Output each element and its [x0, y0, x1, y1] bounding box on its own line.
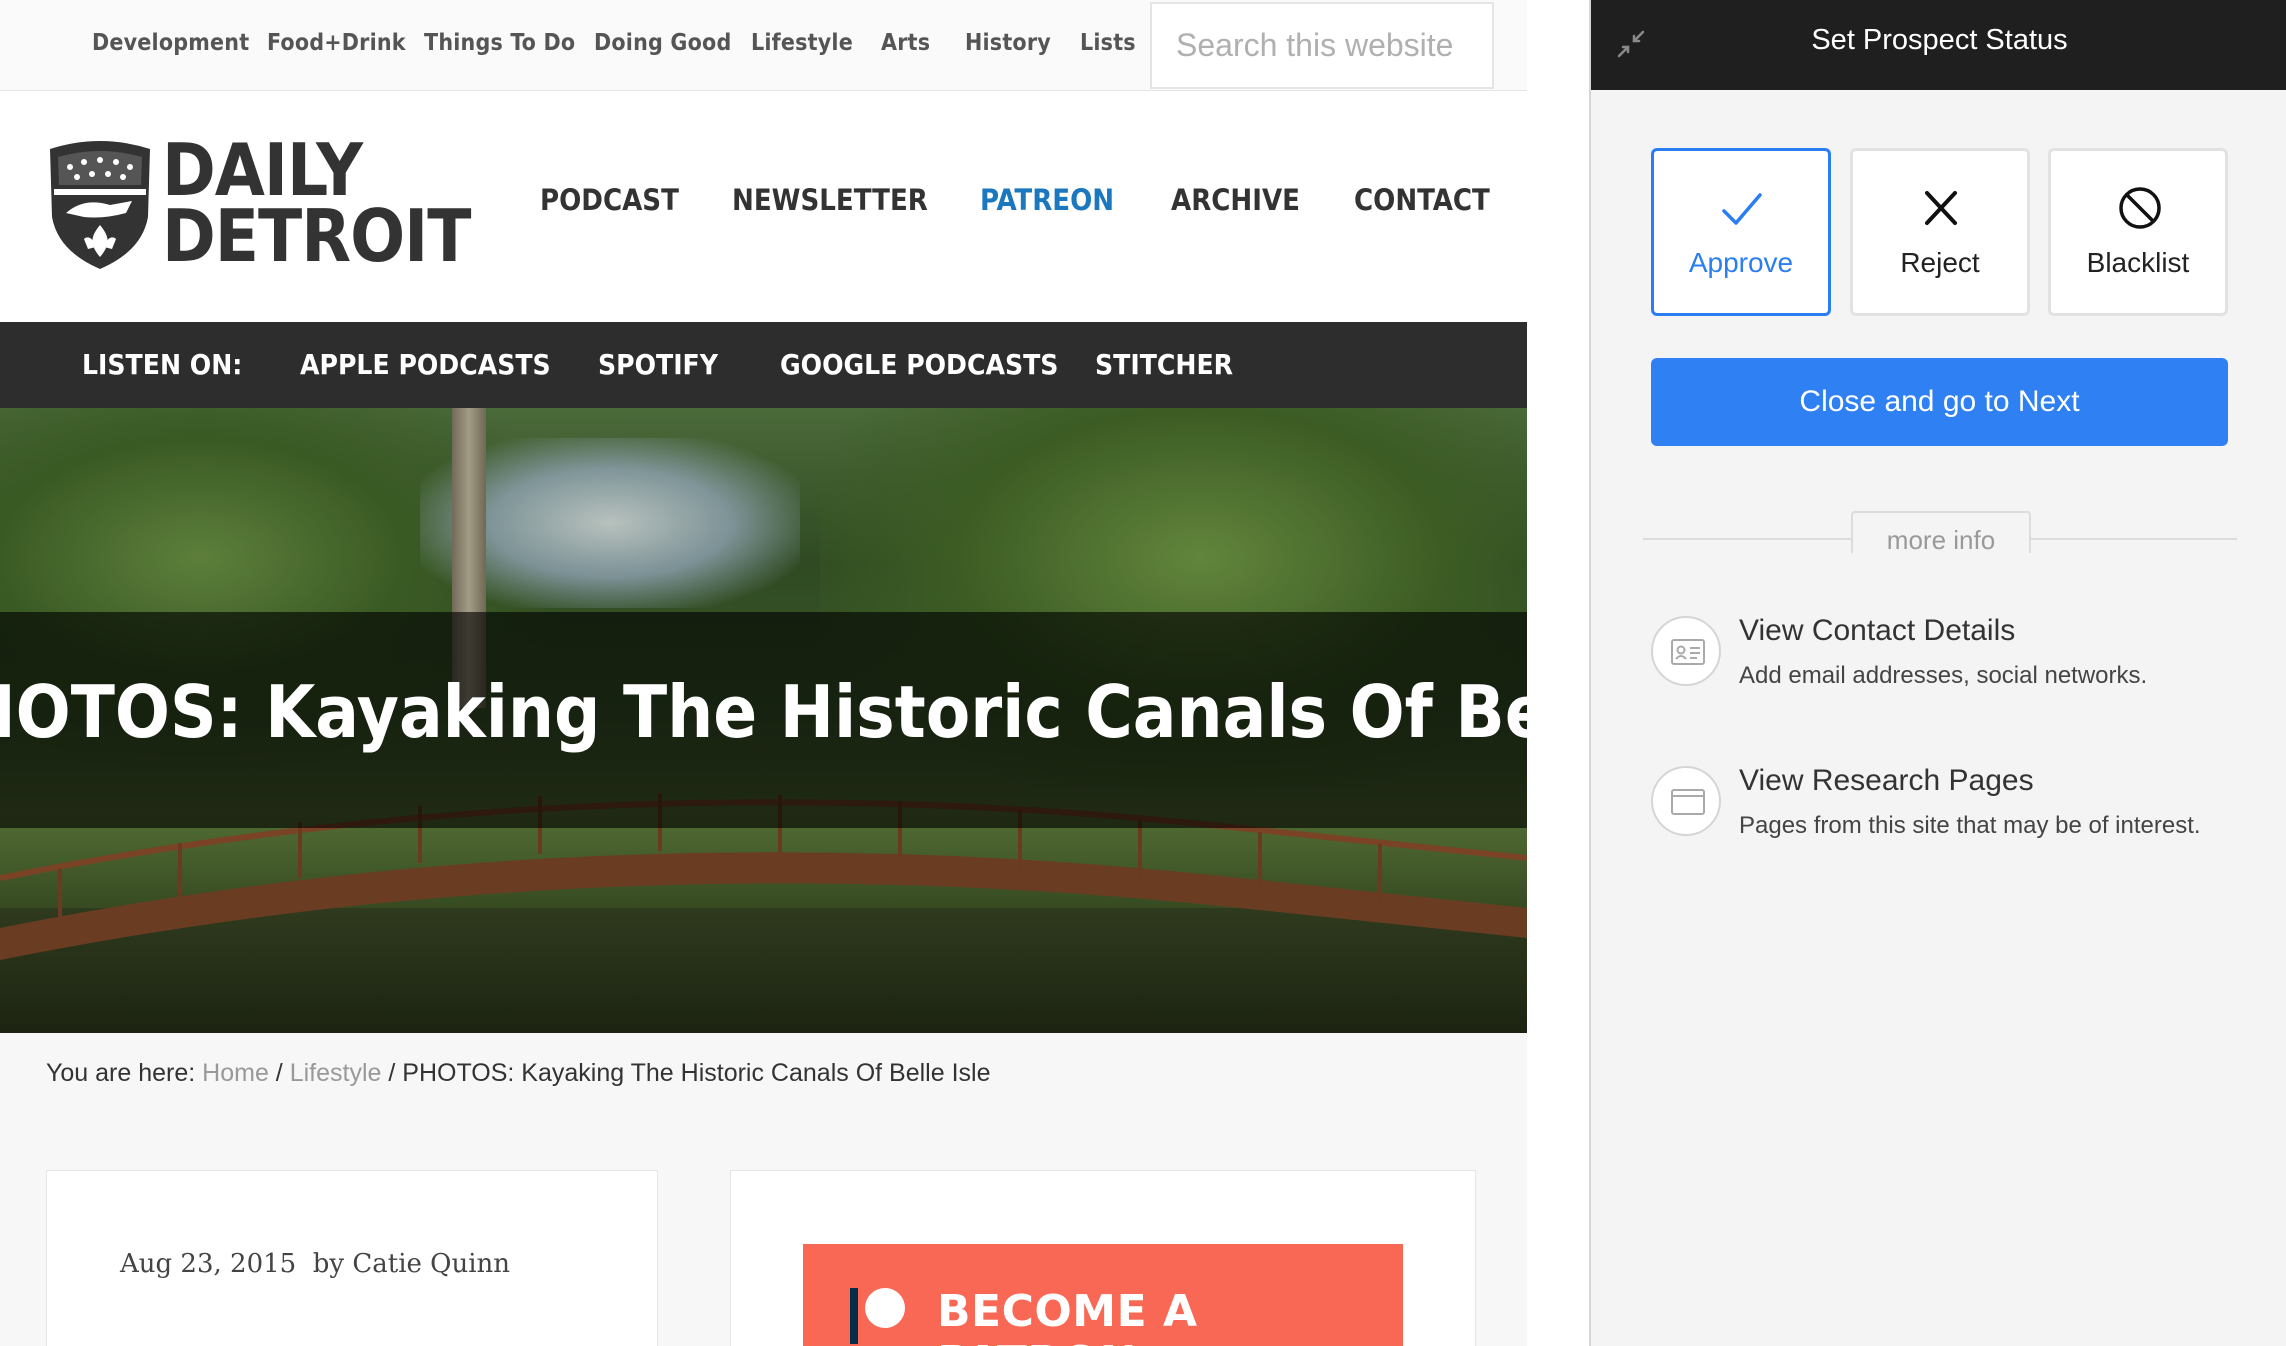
website-viewport: Development Food+Drink Things To Do Doin… — [0, 0, 1527, 1346]
breadcrumb-separator: / — [388, 1059, 396, 1087]
top-nav-food-drink[interactable]: Food+Drink — [267, 30, 406, 56]
view-research-pages-description: Pages from this site that may be of inte… — [1739, 812, 2201, 839]
listen-stitcher[interactable]: STITCHER — [1095, 348, 1233, 381]
breadcrumb-home[interactable]: Home — [202, 1059, 269, 1087]
breadcrumb-prefix: You are here: — [46, 1059, 196, 1087]
top-nav-bar: Development Food+Drink Things To Do Doin… — [0, 0, 1527, 91]
post-meta: Aug 23, 2015 by Catie Quinn — [120, 1249, 510, 1279]
top-nav-doing-good[interactable]: Doing Good — [594, 30, 731, 56]
ban-icon — [2119, 187, 2161, 229]
breadcrumb-lifestyle[interactable]: Lifestyle — [290, 1059, 382, 1087]
site-search-input[interactable] — [1150, 2, 1494, 89]
hero-title: PHOTOS: Kayaking The Historic Canals Of … — [0, 670, 1527, 754]
listen-on-bar: LISTEN ON: APPLE PODCASTS SPOTIFY GOOGLE… — [0, 322, 1527, 408]
top-nav-things-to-do[interactable]: Things To Do — [424, 30, 575, 56]
nav-archive[interactable]: ARCHIVE — [1171, 183, 1300, 217]
nav-newsletter[interactable]: NEWSLETTER — [732, 183, 928, 217]
more-info-label: more info — [1886, 525, 1996, 555]
daily-detroit-logo[interactable]: DAILY DETROIT — [44, 134, 471, 279]
listen-apple-podcasts[interactable]: APPLE PODCASTS — [300, 348, 551, 381]
breadcrumb-separator: / — [275, 1059, 283, 1087]
view-contact-details-title: View Contact Details — [1739, 614, 2016, 647]
become-patron-label: BECOME A PATRON — [937, 1286, 1198, 1346]
blacklist-label: Blacklist — [2086, 247, 2190, 278]
patreon-logo-dot-icon — [865, 1288, 905, 1328]
approve-label: Approve — [1688, 247, 1794, 278]
reject-label: Reject — [1900, 247, 1980, 278]
browser-window-icon-circle — [1651, 766, 1721, 836]
contact-card-icon-circle — [1651, 616, 1721, 686]
become-patron-button[interactable]: BECOME A PATRON — [803, 1244, 1403, 1346]
breadcrumb-current: PHOTOS: Kayaking The Historic Canals Of … — [402, 1059, 991, 1087]
post-by: by — [312, 1249, 345, 1279]
panel-header: Set Prospect Status — [1591, 0, 2286, 90]
reject-button[interactable]: Reject — [1850, 148, 2030, 316]
patreon-logo-bar-icon — [850, 1288, 858, 1344]
post-card: Aug 23, 2015 by Catie Quinn — [46, 1170, 658, 1346]
check-icon — [1722, 193, 1762, 225]
view-contact-details-description: Add email addresses, social networks. — [1739, 662, 2148, 689]
post-author[interactable]: Catie Quinn — [352, 1249, 510, 1279]
breadcrumb: You are here: Home / Lifestyle / PHOTOS:… — [46, 1059, 990, 1088]
sidebar-card: BECOME A PATRON — [730, 1170, 1476, 1346]
logo-wordmark: DAILY DETROIT — [162, 134, 471, 278]
x-icon — [1925, 191, 1957, 225]
logo-line-2: DETROIT — [162, 194, 471, 278]
close-and-next-button[interactable]: Close and go to Next — [1651, 358, 2228, 446]
contact-card-icon — [1671, 639, 1705, 665]
view-research-pages-title: View Research Pages — [1739, 764, 2034, 797]
listen-google-podcasts[interactable]: GOOGLE PODCASTS — [780, 348, 1058, 381]
panel-gutter — [1527, 0, 1589, 1346]
browser-window-icon — [1671, 789, 1705, 815]
prospect-status-panel: Set Prospect Status Approve Reject Black… — [1589, 0, 2286, 1346]
top-nav-arts[interactable]: Arts — [881, 30, 930, 56]
hero-image: PHOTOS: Kayaking The Historic Canals Of … — [0, 408, 1527, 1033]
top-nav-history[interactable]: History — [965, 30, 1051, 56]
listen-on-label: LISTEN ON: — [82, 348, 243, 381]
top-nav-development[interactable]: Development — [92, 30, 249, 56]
approve-button[interactable]: Approve — [1651, 148, 1831, 316]
masthead: DAILY DETROIT PODCAST NEWSLETTER PATREON… — [0, 91, 1527, 322]
listen-spotify[interactable]: SPOTIFY — [598, 348, 718, 381]
panel-title: Set Prospect Status — [1811, 24, 2068, 56]
top-nav-lifestyle[interactable]: Lifestyle — [751, 30, 853, 56]
nav-patreon[interactable]: PATREON — [980, 183, 1114, 217]
nav-podcast[interactable]: PODCAST — [540, 183, 679, 217]
post-date: Aug 23, 2015 — [120, 1249, 297, 1279]
blacklist-button[interactable]: Blacklist — [2048, 148, 2228, 316]
top-nav-lists[interactable]: Lists — [1080, 30, 1136, 56]
nav-contact[interactable]: CONTACT — [1354, 183, 1490, 217]
logo-shield-icon — [50, 141, 150, 269]
